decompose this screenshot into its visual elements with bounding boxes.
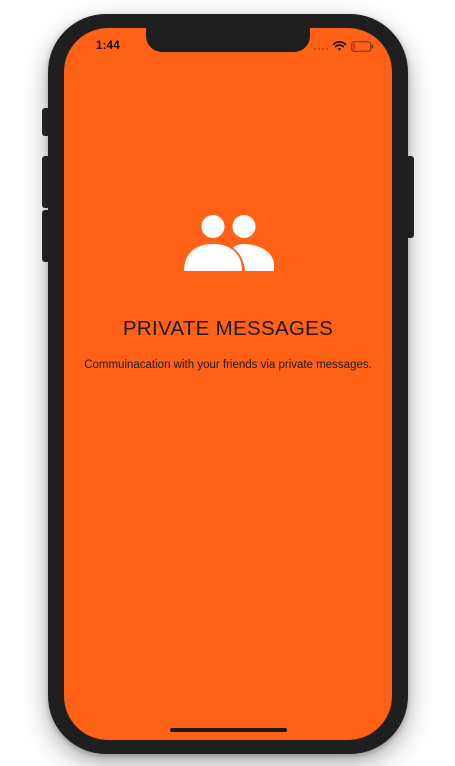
stage: 1:44 PRIVATE MESSAGES Commuinacation wit… xyxy=(0,0,455,766)
onboarding-subtitle: Commuinacation with your friends via pri… xyxy=(84,359,372,371)
battery-icon xyxy=(351,40,374,52)
home-indicator[interactable] xyxy=(170,728,287,732)
wifi-icon xyxy=(333,41,346,51)
notch xyxy=(146,28,310,52)
battery-level-fill xyxy=(353,42,356,50)
users-icon xyxy=(181,212,274,274)
phone-screen: 1:44 PRIVATE MESSAGES Commuinacation wit… xyxy=(64,28,392,740)
signal-icon xyxy=(314,42,328,50)
onboarding-title: PRIVATE MESSAGES xyxy=(122,317,334,340)
status-time: 1:44 xyxy=(96,40,120,52)
status-icons xyxy=(314,40,374,52)
